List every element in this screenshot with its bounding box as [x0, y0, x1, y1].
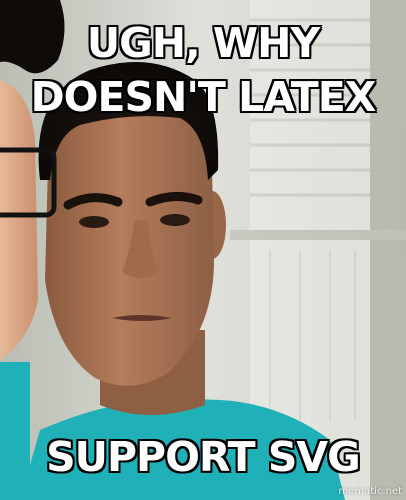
- top-caption: UGH, WHY DOESN'T LATEX: [0, 18, 406, 126]
- bottom-caption: SUPPORT SVG: [46, 433, 361, 481]
- eye-left: [79, 216, 109, 228]
- top-caption-line-2: DOESN'T LATEX: [30, 73, 377, 121]
- eye-right: [160, 214, 190, 226]
- watermark: mematic.net: [338, 486, 402, 497]
- meme-image: UGH, WHY DOESN'T LATEX SUPPORT SVG memat…: [0, 0, 406, 500]
- face: [45, 95, 214, 386]
- top-caption-line-1: UGH, WHY: [86, 19, 320, 67]
